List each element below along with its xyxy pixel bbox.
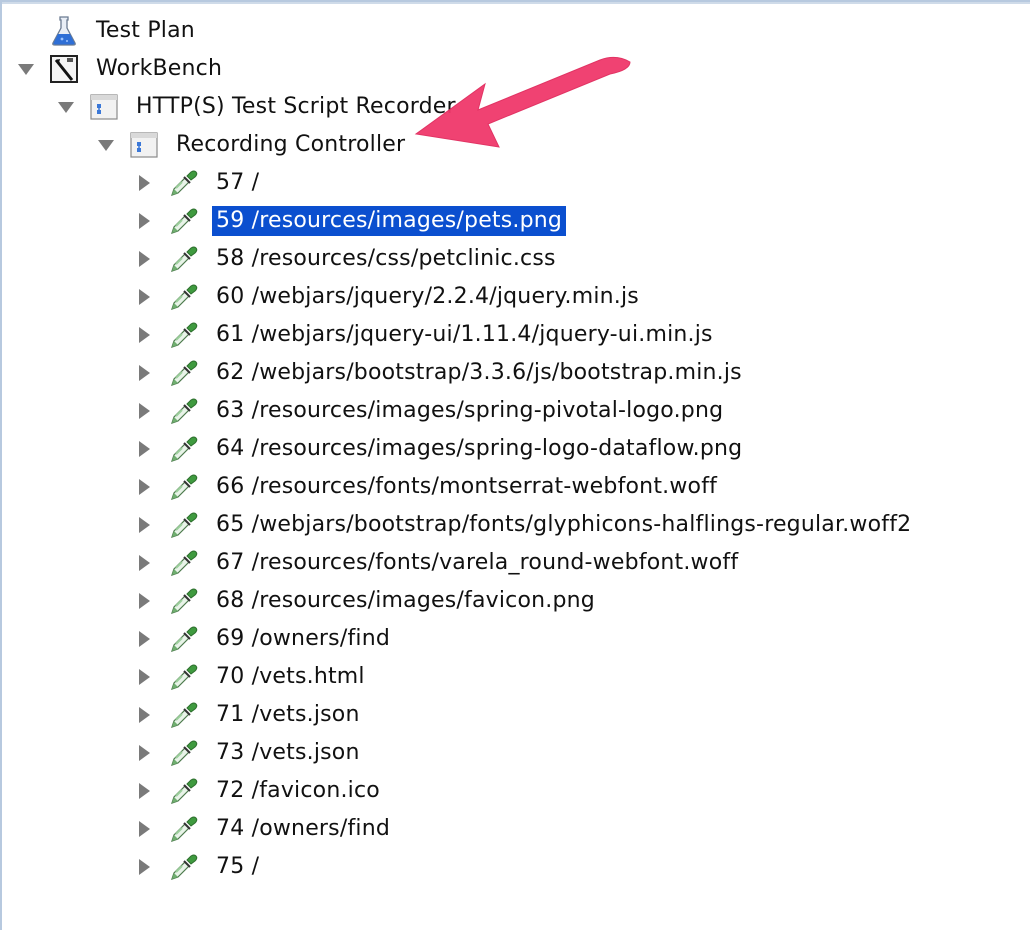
pointer-arrow-icon (414, 56, 631, 148)
tree-panel: Test Plan WorkBench HTTP(S) Test Script … (0, 0, 1030, 930)
